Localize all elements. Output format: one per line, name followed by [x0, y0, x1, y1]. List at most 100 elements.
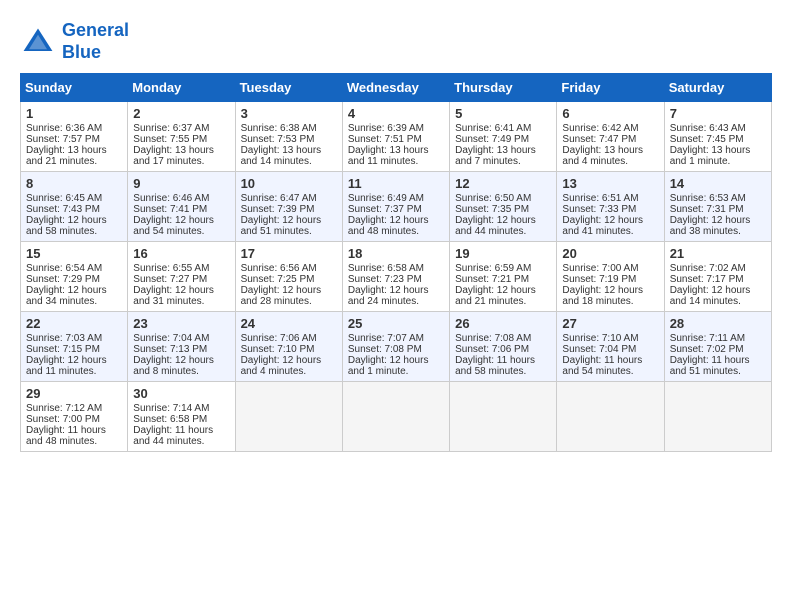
day-number: 7 [670, 106, 766, 121]
col-friday: Friday [557, 74, 664, 102]
sunset-label: Sunset: 7:41 PM [133, 204, 207, 215]
calendar-week-4: 22 Sunrise: 7:03 AM Sunset: 7:15 PM Dayl… [21, 312, 772, 382]
day-21: 21 Sunrise: 7:02 AM Sunset: 7:17 PM Dayl… [664, 242, 771, 312]
day-number: 4 [348, 106, 444, 121]
sunrise-label: Sunrise: 6:39 AM [348, 123, 424, 134]
day-28: 28 Sunrise: 7:11 AM Sunset: 7:02 PM Dayl… [664, 312, 771, 382]
sunrise-label: Sunrise: 6:37 AM [133, 123, 209, 134]
day-empty [557, 382, 664, 452]
sunrise-label: Sunrise: 6:58 AM [348, 263, 424, 274]
sunset-label: Sunset: 7:27 PM [133, 274, 207, 285]
daylight-label: Daylight: 12 hours and 21 minutes. [455, 285, 536, 307]
sunset-label: Sunset: 7:21 PM [455, 274, 529, 285]
sunset-label: Sunset: 7:57 PM [26, 134, 100, 145]
sunrise-label: Sunrise: 7:11 AM [670, 333, 745, 344]
day-13: 13 Sunrise: 6:51 AM Sunset: 7:33 PM Dayl… [557, 172, 664, 242]
col-tuesday: Tuesday [235, 74, 342, 102]
daylight-label: Daylight: 13 hours and 17 minutes. [133, 145, 214, 167]
day-empty [450, 382, 557, 452]
daylight-label: Daylight: 11 hours and 58 minutes. [455, 355, 535, 377]
sunrise-label: Sunrise: 6:46 AM [133, 193, 209, 204]
day-18: 18 Sunrise: 6:58 AM Sunset: 7:23 PM Dayl… [342, 242, 449, 312]
calendar-header-row: Sunday Monday Tuesday Wednesday Thursday… [21, 74, 772, 102]
daylight-label: Daylight: 12 hours and 51 minutes. [241, 215, 322, 237]
sunset-label: Sunset: 7:35 PM [455, 204, 529, 215]
day-number: 25 [348, 316, 444, 331]
calendar-week-2: 8 Sunrise: 6:45 AM Sunset: 7:43 PM Dayli… [21, 172, 772, 242]
sunrise-label: Sunrise: 7:00 AM [562, 263, 638, 274]
sunrise-label: Sunrise: 6:41 AM [455, 123, 531, 134]
daylight-label: Daylight: 12 hours and 24 minutes. [348, 285, 429, 307]
day-30: 30 Sunrise: 7:14 AM Sunset: 6:58 PM Dayl… [128, 382, 235, 452]
day-number: 28 [670, 316, 766, 331]
day-11: 11 Sunrise: 6:49 AM Sunset: 7:37 PM Dayl… [342, 172, 449, 242]
day-number: 24 [241, 316, 337, 331]
day-number: 8 [26, 176, 122, 191]
day-3: 3 Sunrise: 6:38 AM Sunset: 7:53 PM Dayli… [235, 102, 342, 172]
day-16: 16 Sunrise: 6:55 AM Sunset: 7:27 PM Dayl… [128, 242, 235, 312]
sunset-label: Sunset: 7:08 PM [348, 344, 422, 355]
sunset-label: Sunset: 7:13 PM [133, 344, 207, 355]
sunset-label: Sunset: 7:47 PM [562, 134, 636, 145]
day-number: 17 [241, 246, 337, 261]
sunset-label: Sunset: 7:23 PM [348, 274, 422, 285]
sunset-label: Sunset: 7:17 PM [670, 274, 744, 285]
day-12: 12 Sunrise: 6:50 AM Sunset: 7:35 PM Dayl… [450, 172, 557, 242]
daylight-label: Daylight: 13 hours and 11 minutes. [348, 145, 429, 167]
daylight-label: Daylight: 12 hours and 54 minutes. [133, 215, 214, 237]
day-14: 14 Sunrise: 6:53 AM Sunset: 7:31 PM Dayl… [664, 172, 771, 242]
calendar-week-5: 29 Sunrise: 7:12 AM Sunset: 7:00 PM Dayl… [21, 382, 772, 452]
day-empty [664, 382, 771, 452]
daylight-label: Daylight: 12 hours and 34 minutes. [26, 285, 107, 307]
sunset-label: Sunset: 7:31 PM [670, 204, 744, 215]
sunrise-label: Sunrise: 6:47 AM [241, 193, 317, 204]
day-number: 5 [455, 106, 551, 121]
sunrise-label: Sunrise: 7:07 AM [348, 333, 424, 344]
logo-text: General Blue [62, 20, 129, 63]
day-number: 11 [348, 176, 444, 191]
daylight-label: Daylight: 11 hours and 44 minutes. [133, 425, 213, 447]
day-number: 29 [26, 386, 122, 401]
sunset-label: Sunset: 7:51 PM [348, 134, 422, 145]
day-5: 5 Sunrise: 6:41 AM Sunset: 7:49 PM Dayli… [450, 102, 557, 172]
day-number: 12 [455, 176, 551, 191]
day-number: 3 [241, 106, 337, 121]
sunrise-label: Sunrise: 6:54 AM [26, 263, 102, 274]
sunset-label: Sunset: 7:15 PM [26, 344, 100, 355]
calendar-table: Sunday Monday Tuesday Wednesday Thursday… [20, 73, 772, 452]
day-empty [235, 382, 342, 452]
day-4: 4 Sunrise: 6:39 AM Sunset: 7:51 PM Dayli… [342, 102, 449, 172]
daylight-label: Daylight: 11 hours and 51 minutes. [670, 355, 750, 377]
sunrise-label: Sunrise: 6:50 AM [455, 193, 531, 204]
sunrise-label: Sunrise: 6:49 AM [348, 193, 424, 204]
sunset-label: Sunset: 7:25 PM [241, 274, 315, 285]
col-wednesday: Wednesday [342, 74, 449, 102]
day-number: 15 [26, 246, 122, 261]
daylight-label: Daylight: 12 hours and 8 minutes. [133, 355, 214, 377]
sunset-label: Sunset: 7:29 PM [26, 274, 100, 285]
day-number: 30 [133, 386, 229, 401]
day-number: 20 [562, 246, 658, 261]
col-saturday: Saturday [664, 74, 771, 102]
day-number: 1 [26, 106, 122, 121]
sunset-label: Sunset: 7:53 PM [241, 134, 315, 145]
daylight-label: Daylight: 12 hours and 1 minute. [348, 355, 429, 377]
daylight-label: Daylight: 13 hours and 4 minutes. [562, 145, 643, 167]
daylight-label: Daylight: 12 hours and 4 minutes. [241, 355, 322, 377]
day-10: 10 Sunrise: 6:47 AM Sunset: 7:39 PM Dayl… [235, 172, 342, 242]
day-number: 18 [348, 246, 444, 261]
col-monday: Monday [128, 74, 235, 102]
daylight-label: Daylight: 12 hours and 38 minutes. [670, 215, 751, 237]
sunrise-label: Sunrise: 6:38 AM [241, 123, 317, 134]
day-17: 17 Sunrise: 6:56 AM Sunset: 7:25 PM Dayl… [235, 242, 342, 312]
day-number: 10 [241, 176, 337, 191]
day-number: 9 [133, 176, 229, 191]
day-number: 27 [562, 316, 658, 331]
day-number: 22 [26, 316, 122, 331]
daylight-label: Daylight: 12 hours and 18 minutes. [562, 285, 643, 307]
sunrise-label: Sunrise: 7:06 AM [241, 333, 317, 344]
day-9: 9 Sunrise: 6:46 AM Sunset: 7:41 PM Dayli… [128, 172, 235, 242]
sunrise-label: Sunrise: 6:45 AM [26, 193, 102, 204]
sunset-label: Sunset: 7:10 PM [241, 344, 315, 355]
sunrise-label: Sunrise: 7:03 AM [26, 333, 102, 344]
